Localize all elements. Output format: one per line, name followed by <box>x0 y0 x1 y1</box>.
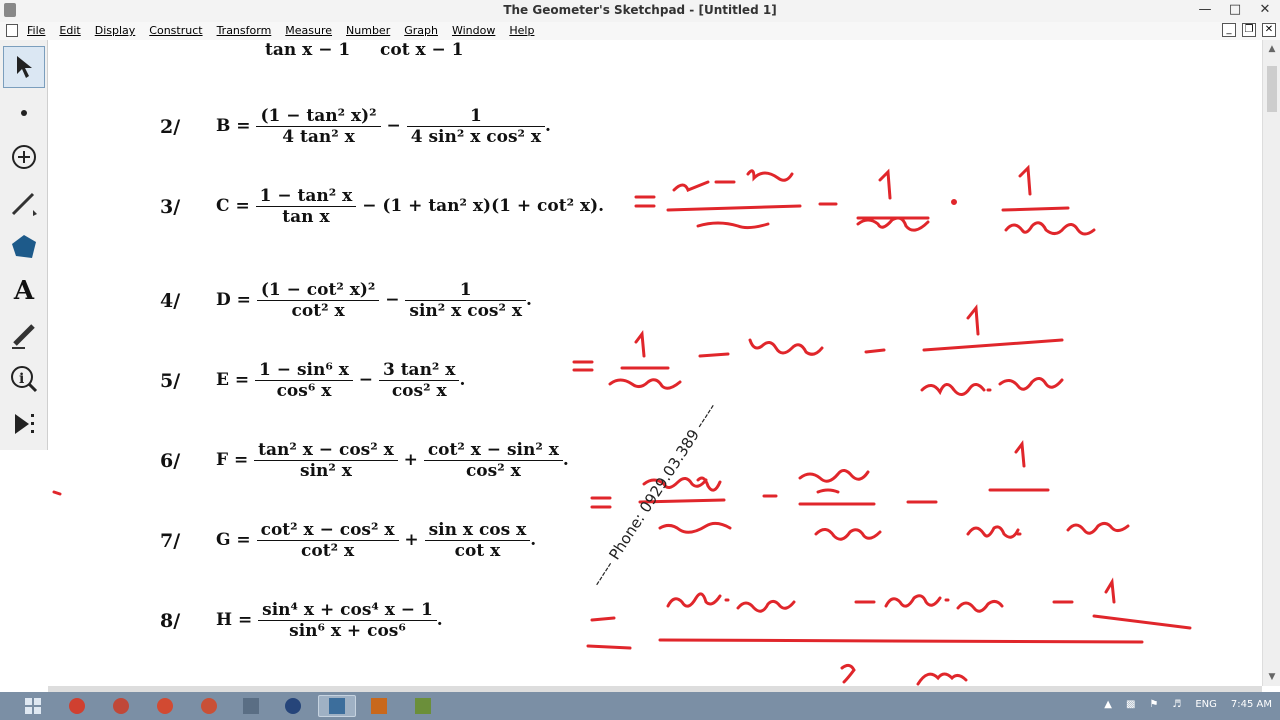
menu-transform[interactable]: Transform <box>217 24 272 37</box>
menu-file[interactable]: File <box>27 24 45 37</box>
toolbox: A i <box>0 40 48 450</box>
marker-icon <box>12 324 35 349</box>
system-tray: ▲ ▩ ⚑ ♬ ENG 7:45 AM <box>1104 699 1272 710</box>
chrome-icon <box>113 698 129 714</box>
app-icon <box>415 698 431 714</box>
custom-tool-icon <box>15 414 34 434</box>
scroll-down-icon[interactable]: ▼ <box>1266 672 1278 682</box>
menu-bar: File Edit Display Construct Transform Me… <box>0 22 1280 40</box>
window-controls: — □ ✕ <box>1190 0 1280 22</box>
doc-close-icon[interactable]: ✕ <box>1262 23 1276 37</box>
sketchpad-icon <box>329 698 345 714</box>
straightedge-icon <box>11 192 37 216</box>
select-arrow-tool[interactable] <box>3 46 45 88</box>
menu-display[interactable]: Display <box>95 24 136 37</box>
scroll-thumb[interactable] <box>1267 66 1277 112</box>
doc-restore-icon[interactable]: ❐ <box>1242 23 1256 37</box>
info-icon: i <box>11 366 38 393</box>
marker-tool[interactable] <box>3 314 45 356</box>
compass-icon <box>12 145 36 169</box>
minimize-icon[interactable]: — <box>1190 0 1220 20</box>
taskbar-pdf[interactable] <box>360 695 398 717</box>
taskbar: ▲ ▩ ⚑ ♬ ENG 7:45 AM <box>0 692 1280 720</box>
tray-up-icon[interactable]: ▲ <box>1104 699 1112 710</box>
text-a-icon: A <box>13 276 35 306</box>
text-tool[interactable]: A <box>3 270 45 312</box>
custom-tool[interactable] <box>3 402 45 444</box>
window-titlebar: The Geometer's Sketchpad - [Untitled 1] … <box>0 0 1280 22</box>
menu-edit[interactable]: Edit <box>59 24 80 37</box>
taskbar-app-9[interactable] <box>404 695 442 717</box>
menu-construct[interactable]: Construct <box>149 24 202 37</box>
doc-minimize-icon[interactable]: _ <box>1222 23 1236 37</box>
menu-window[interactable]: Window <box>452 24 495 37</box>
compass-tool[interactable] <box>3 136 45 178</box>
taskbar-app-4[interactable] <box>190 695 228 717</box>
polygon-icon <box>12 235 36 258</box>
taskbar-app-5[interactable] <box>232 695 270 717</box>
document-icon[interactable] <box>6 24 18 37</box>
polygon-tool[interactable] <box>3 226 45 268</box>
globe-icon <box>285 698 301 714</box>
menu-help[interactable]: Help <box>509 24 534 37</box>
pdf-icon <box>371 698 387 714</box>
close-icon[interactable]: ✕ <box>1250 0 1280 20</box>
maximize-icon[interactable]: □ <box>1220 0 1250 20</box>
input-language[interactable]: ENG <box>1195 699 1217 710</box>
sketch-canvas[interactable]: tan x − 1 cot x − 1 2/ B = (1 − tan² x)²… <box>48 40 1262 686</box>
chrome-icon <box>157 698 173 714</box>
taskbar-app-6[interactable] <box>274 695 312 717</box>
information-tool[interactable]: i <box>3 358 45 400</box>
menu-number[interactable]: Number <box>346 24 390 37</box>
clock[interactable]: 7:45 AM <box>1231 699 1272 710</box>
app-window-icon <box>243 698 259 714</box>
taskbar-app-3[interactable] <box>146 695 184 717</box>
chrome-icon <box>69 698 85 714</box>
arrow-icon <box>17 56 32 78</box>
point-icon <box>21 110 27 116</box>
windows-start-icon <box>25 698 41 714</box>
taskbar-app-2[interactable] <box>102 695 140 717</box>
start-button[interactable] <box>14 695 52 717</box>
straightedge-tool[interactable] <box>3 182 45 224</box>
point-tool[interactable] <box>3 92 45 134</box>
vertical-scrollbar[interactable]: ▲ ▼ <box>1262 40 1280 686</box>
taskbar-sketchpad[interactable] <box>318 695 356 717</box>
svg-text:i: i <box>19 371 24 387</box>
scroll-up-icon[interactable]: ▲ <box>1266 44 1278 54</box>
chrome-icon <box>201 698 217 714</box>
handwriting-ink <box>52 164 1192 686</box>
menu-measure[interactable]: Measure <box>285 24 332 37</box>
flag-icon[interactable]: ⚑ <box>1149 699 1158 710</box>
volume-icon[interactable]: ♬ <box>1172 699 1181 710</box>
menu-graph[interactable]: Graph <box>404 24 438 37</box>
network-icon[interactable]: ▩ <box>1126 699 1135 710</box>
taskbar-app-1[interactable] <box>58 695 96 717</box>
window-title: The Geometer's Sketchpad - [Untitled 1] <box>503 3 777 17</box>
